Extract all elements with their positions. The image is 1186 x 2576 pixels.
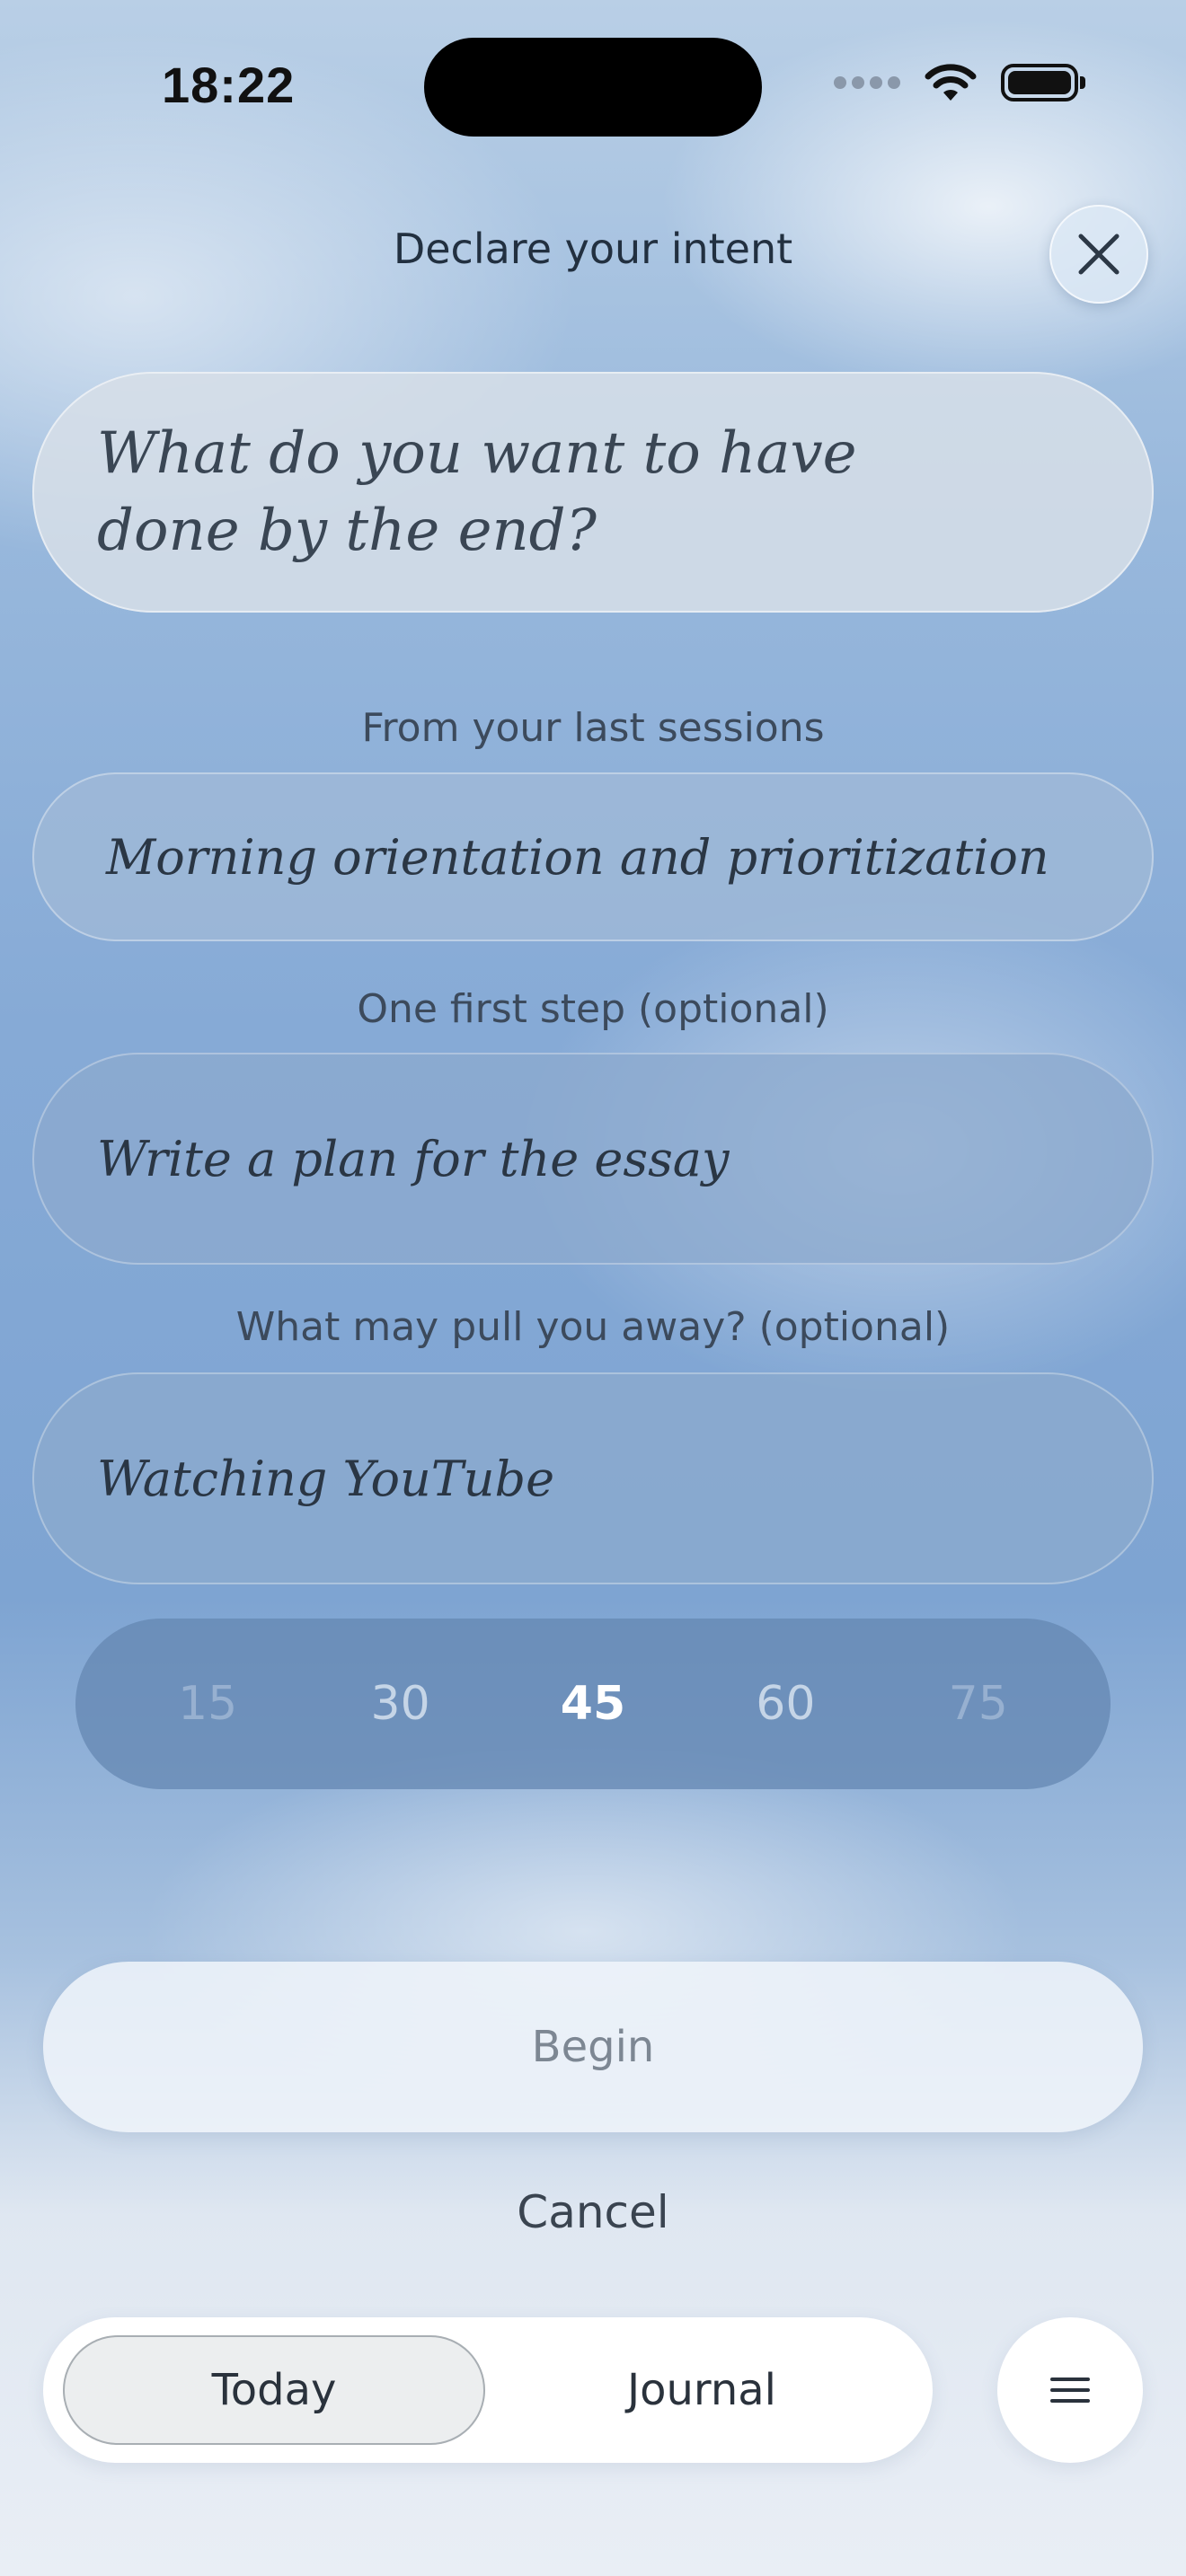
last-session-text: Morning orientation and prioritization: [106, 828, 1049, 886]
intent-input[interactable]: What do you want to have done by the end…: [32, 372, 1154, 613]
intent-placeholder: What do you want to have done by the end…: [97, 420, 857, 564]
tab-today[interactable]: Today: [63, 2335, 485, 2445]
cellular-signal-icon: [834, 76, 900, 89]
close-button[interactable]: [1049, 205, 1148, 304]
last-session-suggestion[interactable]: Morning orientation and prioritization: [32, 772, 1154, 941]
close-icon: [1078, 234, 1120, 275]
wifi-icon: [925, 64, 977, 101]
duration-option[interactable]: 30: [338, 1677, 464, 1731]
duration-option[interactable]: 15: [145, 1677, 270, 1731]
status-time: 18:22: [162, 57, 296, 113]
first-step-label: One first step (optional): [357, 986, 829, 1032]
page-title: Declare your intent: [393, 225, 793, 273]
tab-journal[interactable]: Journal: [491, 2335, 913, 2445]
duration-picker[interactable]: 15 30 45 60 75: [75, 1619, 1111, 1789]
begin-button[interactable]: Begin: [43, 1962, 1143, 2132]
menu-icon: [1050, 2378, 1090, 2403]
duration-option[interactable]: 60: [722, 1677, 848, 1731]
duration-option[interactable]: 75: [916, 1677, 1041, 1731]
distraction-label: What may pull you away? (optional): [235, 1304, 951, 1350]
battery-icon: [1001, 64, 1085, 101]
first-step-value: Write a plan for the essay: [97, 1130, 730, 1187]
distraction-input[interactable]: Watching YouTube: [32, 1372, 1154, 1584]
distraction-value: Watching YouTube: [97, 1450, 555, 1507]
tab-bar: Today Journal: [43, 2317, 933, 2463]
dynamic-island: [424, 38, 762, 137]
first-step-input[interactable]: Write a plan for the essay: [32, 1053, 1154, 1265]
menu-button[interactable]: [997, 2317, 1143, 2463]
begin-label: Begin: [531, 2022, 655, 2072]
duration-option-selected[interactable]: 45: [530, 1677, 656, 1731]
last-sessions-label: From your last sessions: [361, 705, 825, 751]
cancel-button[interactable]: Cancel: [0, 2186, 1186, 2238]
status-icons: [834, 63, 1085, 102]
